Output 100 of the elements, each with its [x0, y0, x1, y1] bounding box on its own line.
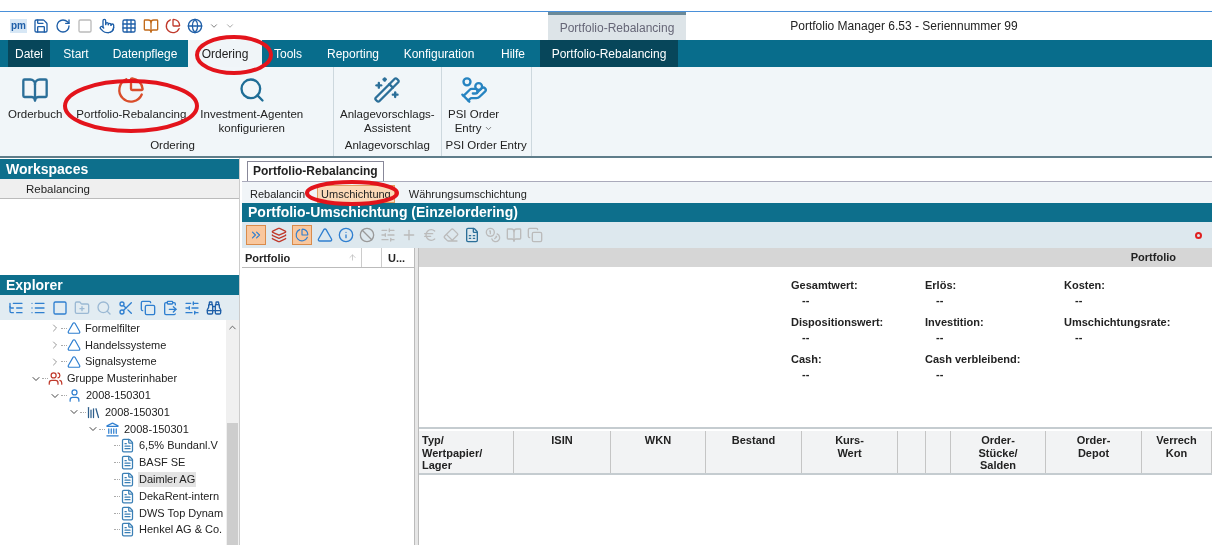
field-label: Cash verbleibend: [925, 352, 1021, 366]
tree-item[interactable]: Handelssysteme [84, 337, 168, 353]
empty-column-header[interactable] [898, 431, 926, 473]
field-label: Gesamtwert: [791, 278, 858, 292]
column-header[interactable]: WKN [611, 431, 706, 473]
window-icon [52, 299, 68, 316]
stop-icon [77, 18, 93, 34]
menu-tab[interactable]: Hilfe [486, 40, 540, 67]
document-icon [120, 455, 135, 471]
refresh-icon [55, 18, 71, 34]
tree-item[interactable]: Gruppe Musterinhaber [66, 371, 179, 387]
chart-icon [165, 18, 181, 34]
blocked-icon [359, 227, 375, 243]
column-header[interactable]: Portfolio [242, 248, 362, 267]
tree-item[interactable]: 6,5% Bundanl.V [138, 438, 219, 454]
globe-icon [187, 18, 203, 34]
wand-icon [373, 76, 402, 104]
group-icon [48, 371, 63, 387]
expand-button[interactable] [246, 225, 266, 245]
ribbon-group-label: Anlagevorschlag [343, 137, 431, 153]
column-title: Portfolio [245, 250, 291, 266]
column-header[interactable]: Kurs- Wert [802, 431, 898, 473]
tree-item[interactable]: Formelfilter [84, 320, 141, 336]
empty-column-header[interactable] [926, 431, 951, 473]
plus-icon [401, 227, 417, 243]
menu-tab[interactable]: Reporting [314, 40, 392, 67]
double-chevron-icon [249, 228, 263, 242]
delta-icon [317, 227, 333, 243]
menu-tab[interactable]: Datei [8, 40, 50, 67]
field-label: Dispositionswert: [791, 315, 884, 329]
tree-item[interactable]: 2008-150301 [85, 388, 152, 404]
field-value: -- [802, 367, 810, 382]
columns-icon [86, 404, 101, 420]
column-header[interactable]: Bestand [706, 431, 802, 473]
menu-tab[interactable]: Start [50, 40, 102, 67]
ribbon-button[interactable]: Investment-Agenten konfigurieren [198, 73, 306, 135]
ribbon-button[interactable]: Orderbuch [6, 73, 65, 121]
sub-tab[interactable]: Währungsumschichtung [404, 185, 531, 203]
dropdown-icon [209, 21, 219, 31]
tree-item[interactable]: DekaRent-intern [138, 488, 221, 504]
panel-header: Workspaces [0, 159, 239, 179]
field-label: Investition: [925, 315, 984, 329]
tree-item[interactable]: Henkel AG & Co. [138, 522, 224, 538]
sub-tab[interactable]: Rebalancin [246, 185, 310, 203]
tree-item[interactable]: 2008-150301 [123, 421, 190, 437]
column-header[interactable]: U... [382, 248, 414, 267]
menu-tab[interactable]: Portfolio-Rebalancing [540, 40, 678, 67]
column-header[interactable]: ISIN [514, 431, 611, 473]
copy-icon [140, 299, 156, 316]
pie-chart-icon [295, 228, 309, 242]
panel-title: Portfolio-Umschichtung (Einzelordering) [242, 203, 1212, 222]
sort-icon [348, 253, 357, 262]
document-icon [120, 522, 135, 538]
sliders-icon [184, 299, 200, 316]
info-icon [338, 227, 354, 243]
app-logo: pm [10, 19, 27, 33]
field-label: Cash: [791, 352, 822, 366]
column-header[interactable]: Typ/ Wertpapier/ Lager [419, 431, 514, 473]
menu-tab[interactable]: Tools [262, 40, 314, 67]
pie-toggle-button[interactable] [292, 225, 312, 245]
tree-item[interactable]: 2008-150301 [104, 404, 171, 420]
new-folder-icon [74, 299, 90, 316]
field-value: -- [802, 293, 810, 308]
person-icon [67, 388, 82, 404]
pointer-icon [99, 18, 115, 34]
layers-icon [271, 227, 287, 243]
ribbon-button[interactable]: PSI Order Entry [445, 73, 502, 135]
paste-icon [162, 299, 178, 316]
coins-icon [485, 227, 501, 243]
ribbon-button[interactable]: Portfolio-Rebalancing [74, 73, 189, 121]
tree-item[interactable]: Signalsysteme [84, 354, 158, 370]
customize-icon [225, 21, 235, 31]
tree-item[interactable]: BASF SE [138, 455, 187, 471]
scrollbar[interactable] [226, 320, 239, 545]
column-header[interactable]: Verrech Kon [1142, 431, 1212, 473]
document-icon [120, 472, 135, 488]
field-label: Erlös: [925, 278, 957, 292]
search-icon [96, 299, 112, 316]
ribbon-button[interactable]: Anlagevorschlags- Assistent [338, 73, 437, 135]
column-header[interactable]: Order- Stücke/ Salden [951, 431, 1046, 473]
document-tab[interactable]: Portfolio-Rebalancing [247, 161, 384, 181]
save-icon [33, 18, 49, 34]
pie-chart-icon [117, 76, 146, 104]
field-value: -- [1075, 293, 1083, 308]
menu-tab[interactable]: Datenpflege [102, 40, 188, 67]
tree-item[interactable]: DWS Top Dynam [138, 505, 225, 521]
triangle-icon [67, 355, 81, 369]
ribbon-group-label: Ordering [149, 137, 196, 153]
column-header[interactable]: Order- Depot [1046, 431, 1142, 473]
field-label: Umschichtungsrate: [1064, 315, 1171, 329]
binoculars-icon [206, 299, 222, 316]
workspace-item[interactable]: Rebalancing [0, 179, 239, 199]
triangle-icon [67, 321, 81, 336]
field-value: -- [936, 293, 944, 308]
menu-tab[interactable]: Konfiguration [392, 40, 486, 67]
status-ring-icon [1195, 231, 1202, 239]
tree-item[interactable]: Daimler AG [138, 472, 197, 488]
report-icon [464, 227, 480, 243]
window-title: Portfolio Manager 6.53 - Seriennummer 99 [789, 18, 1019, 35]
search-icon [237, 76, 266, 104]
